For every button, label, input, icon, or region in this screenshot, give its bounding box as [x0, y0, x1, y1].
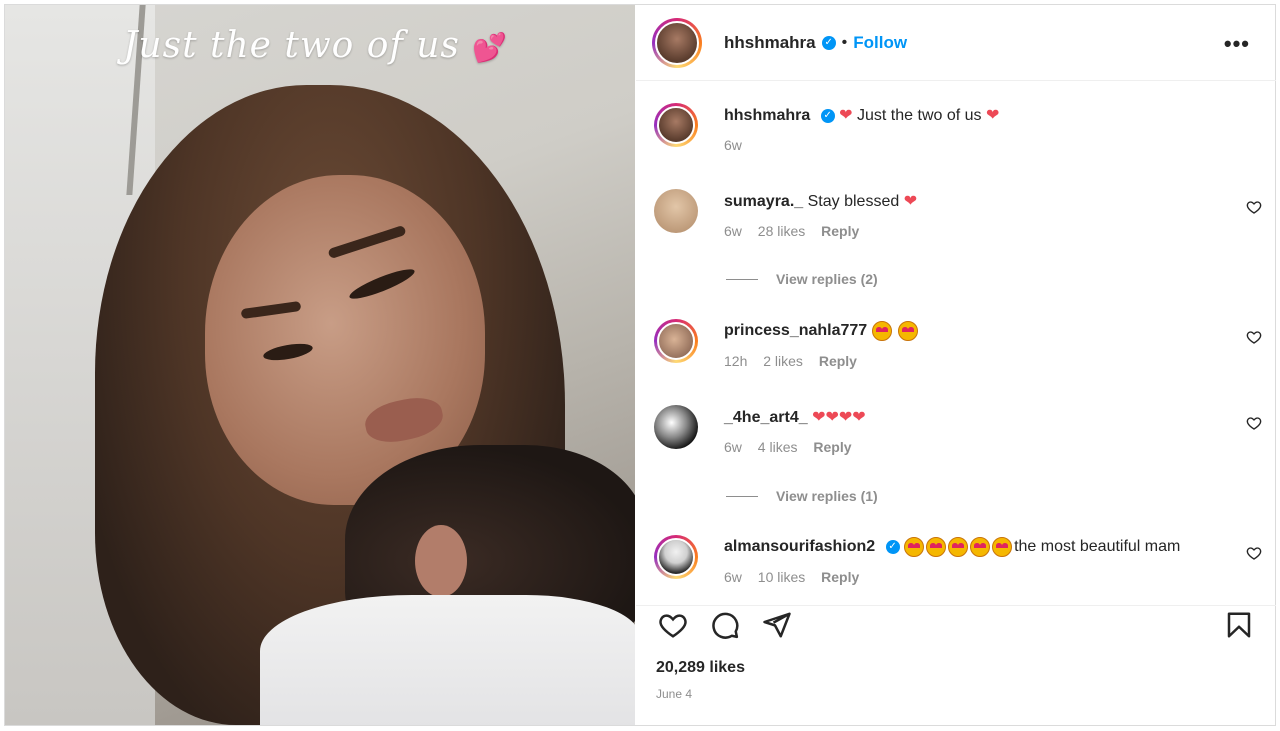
commenter-avatar[interactable] [654, 535, 698, 579]
photo-blanket [260, 595, 635, 725]
post-actions-bar [636, 605, 1276, 645]
comment-row: almansourifashion2 ✓ the most beautiful … [654, 535, 1264, 585]
comment-time: 6w [724, 439, 742, 455]
comment-username[interactable]: _4he_art4_ [724, 409, 808, 426]
reply-button[interactable]: Reply [813, 439, 851, 455]
heart-eyes-emoji-icon [926, 537, 947, 557]
caption-meta: 6w [724, 137, 754, 153]
comment-like-heart-icon[interactable] [1246, 545, 1262, 561]
commenter-avatar[interactable] [654, 319, 698, 363]
reply-button[interactable]: Reply [821, 569, 859, 585]
comment-icon[interactable] [710, 610, 740, 640]
reply-button[interactable]: Reply [821, 223, 859, 239]
two-hearts-icon: 💕 [472, 31, 509, 64]
likes-count[interactable]: 20,289 likes [656, 659, 745, 677]
post-side-panel: hhshmahra ✓ • Follow ••• hhshmahra ✓ ❤ J… [636, 5, 1276, 725]
comment-username[interactable]: almansourifashion2 [724, 538, 875, 555]
author-avatar-small[interactable] [654, 103, 698, 147]
comment-like-heart-icon[interactable] [1246, 199, 1262, 215]
reply-button[interactable]: Reply [819, 353, 857, 369]
heart-emoji-icon: ❤❤❤❤ [812, 409, 866, 426]
comment-likes[interactable]: 28 likes [758, 223, 805, 239]
comment-text: the most beautiful mam [1014, 538, 1181, 556]
follow-button[interactable]: Follow [853, 33, 907, 53]
verified-badge-icon: ✓ [820, 108, 835, 123]
caption-text: Just the two of us [857, 107, 982, 124]
comment-text-line: princess_nahla777 [724, 321, 920, 341]
comment-row: _4he_art4_ ❤❤❤❤ 6w 4 likes Reply [654, 405, 1264, 455]
heart-eyes-emoji-icon [948, 537, 969, 557]
verified-badge-icon: ✓ [821, 35, 836, 50]
comments-list[interactable]: hhshmahra ✓ ❤ Just the two of us ❤ 6w su… [636, 95, 1276, 595]
comment-username[interactable]: sumayra._ [724, 193, 803, 210]
photo-baby-ear [415, 525, 467, 597]
heart-eyes-emoji-icon [992, 537, 1013, 557]
commenter-avatar[interactable] [654, 189, 698, 233]
heart-emoji-icon: ❤ [903, 193, 918, 210]
comment-likes[interactable]: 10 likes [758, 569, 805, 585]
heart-eyes-emoji-icon [898, 321, 919, 341]
heart-eyes-emoji-icon [904, 537, 925, 557]
verified-badge-icon: ✓ [885, 540, 900, 554]
view-replies-label: View replies (1) [776, 488, 878, 504]
view-replies-button[interactable]: View replies (2) [726, 271, 878, 287]
comment-meta: 12h 2 likes Reply [724, 353, 869, 369]
comment-likes[interactable]: 4 likes [758, 439, 798, 455]
comment-time: 6w [724, 569, 742, 585]
comment-row: princess_nahla777 12h 2 likes Reply [654, 319, 1264, 369]
comment-text-line: sumayra._ Stay blessed ❤ [724, 191, 917, 211]
more-options-icon[interactable]: ••• [1224, 31, 1250, 57]
view-replies-label: View replies (2) [776, 271, 878, 287]
heart-icon[interactable] [658, 610, 688, 640]
post-photo[interactable]: Just the two of us 💕 [5, 5, 635, 725]
comment-meta: 6w 10 likes Reply [724, 569, 871, 585]
comment-like-heart-icon[interactable] [1246, 415, 1262, 431]
commenter-avatar[interactable] [654, 405, 698, 449]
comment-meta: 6w 4 likes Reply [724, 439, 864, 455]
comment-meta: 6w 28 likes Reply [724, 223, 871, 239]
comment-time: 12h [724, 353, 748, 369]
post-frame: Just the two of us 💕 hhshmahra ✓ • Follo… [4, 4, 1276, 726]
caption-username[interactable]: hhshmahra [724, 107, 810, 124]
separator-dot: • [841, 33, 848, 51]
photo-caption-text: Just the two of us [123, 25, 460, 66]
heart-emoji-icon: ❤ [985, 107, 1000, 124]
comment-likes[interactable]: 2 likes [763, 353, 803, 369]
heart-emoji-icon: ❤ [839, 107, 853, 124]
comment-row: sumayra._ Stay blessed ❤ 6w 28 likes Rep… [654, 189, 1264, 239]
comment-time: 6w [724, 223, 742, 239]
post-date[interactable]: June 4 [656, 687, 692, 701]
heart-eyes-emoji-icon [871, 321, 892, 341]
heart-eyes-emoji-icon [970, 537, 991, 557]
comment-text-line: almansourifashion2 ✓ the most beautiful … [724, 537, 1180, 557]
photo-caption-overlay: Just the two of us 💕 [123, 25, 508, 66]
caption-row: hhshmahra ✓ ❤ Just the two of us ❤ 6w [654, 103, 1264, 163]
comment-text: Stay blessed [807, 193, 900, 210]
caption-text-line: hhshmahra ✓ ❤ Just the two of us ❤ [724, 105, 999, 125]
comment-username[interactable]: princess_nahla777 [724, 322, 867, 339]
bookmark-icon[interactable] [1224, 610, 1254, 640]
comment-text-line: _4he_art4_ ❤❤❤❤ [724, 407, 866, 427]
share-icon[interactable] [762, 610, 792, 640]
view-replies-button[interactable]: View replies (1) [726, 488, 878, 504]
author-avatar[interactable] [652, 17, 702, 68]
comment-like-heart-icon[interactable] [1246, 329, 1262, 345]
author-username[interactable]: hhshmahra [724, 33, 816, 53]
post-header: hhshmahra ✓ • Follow ••• [636, 5, 1276, 81]
caption-time: 6w [724, 137, 742, 153]
